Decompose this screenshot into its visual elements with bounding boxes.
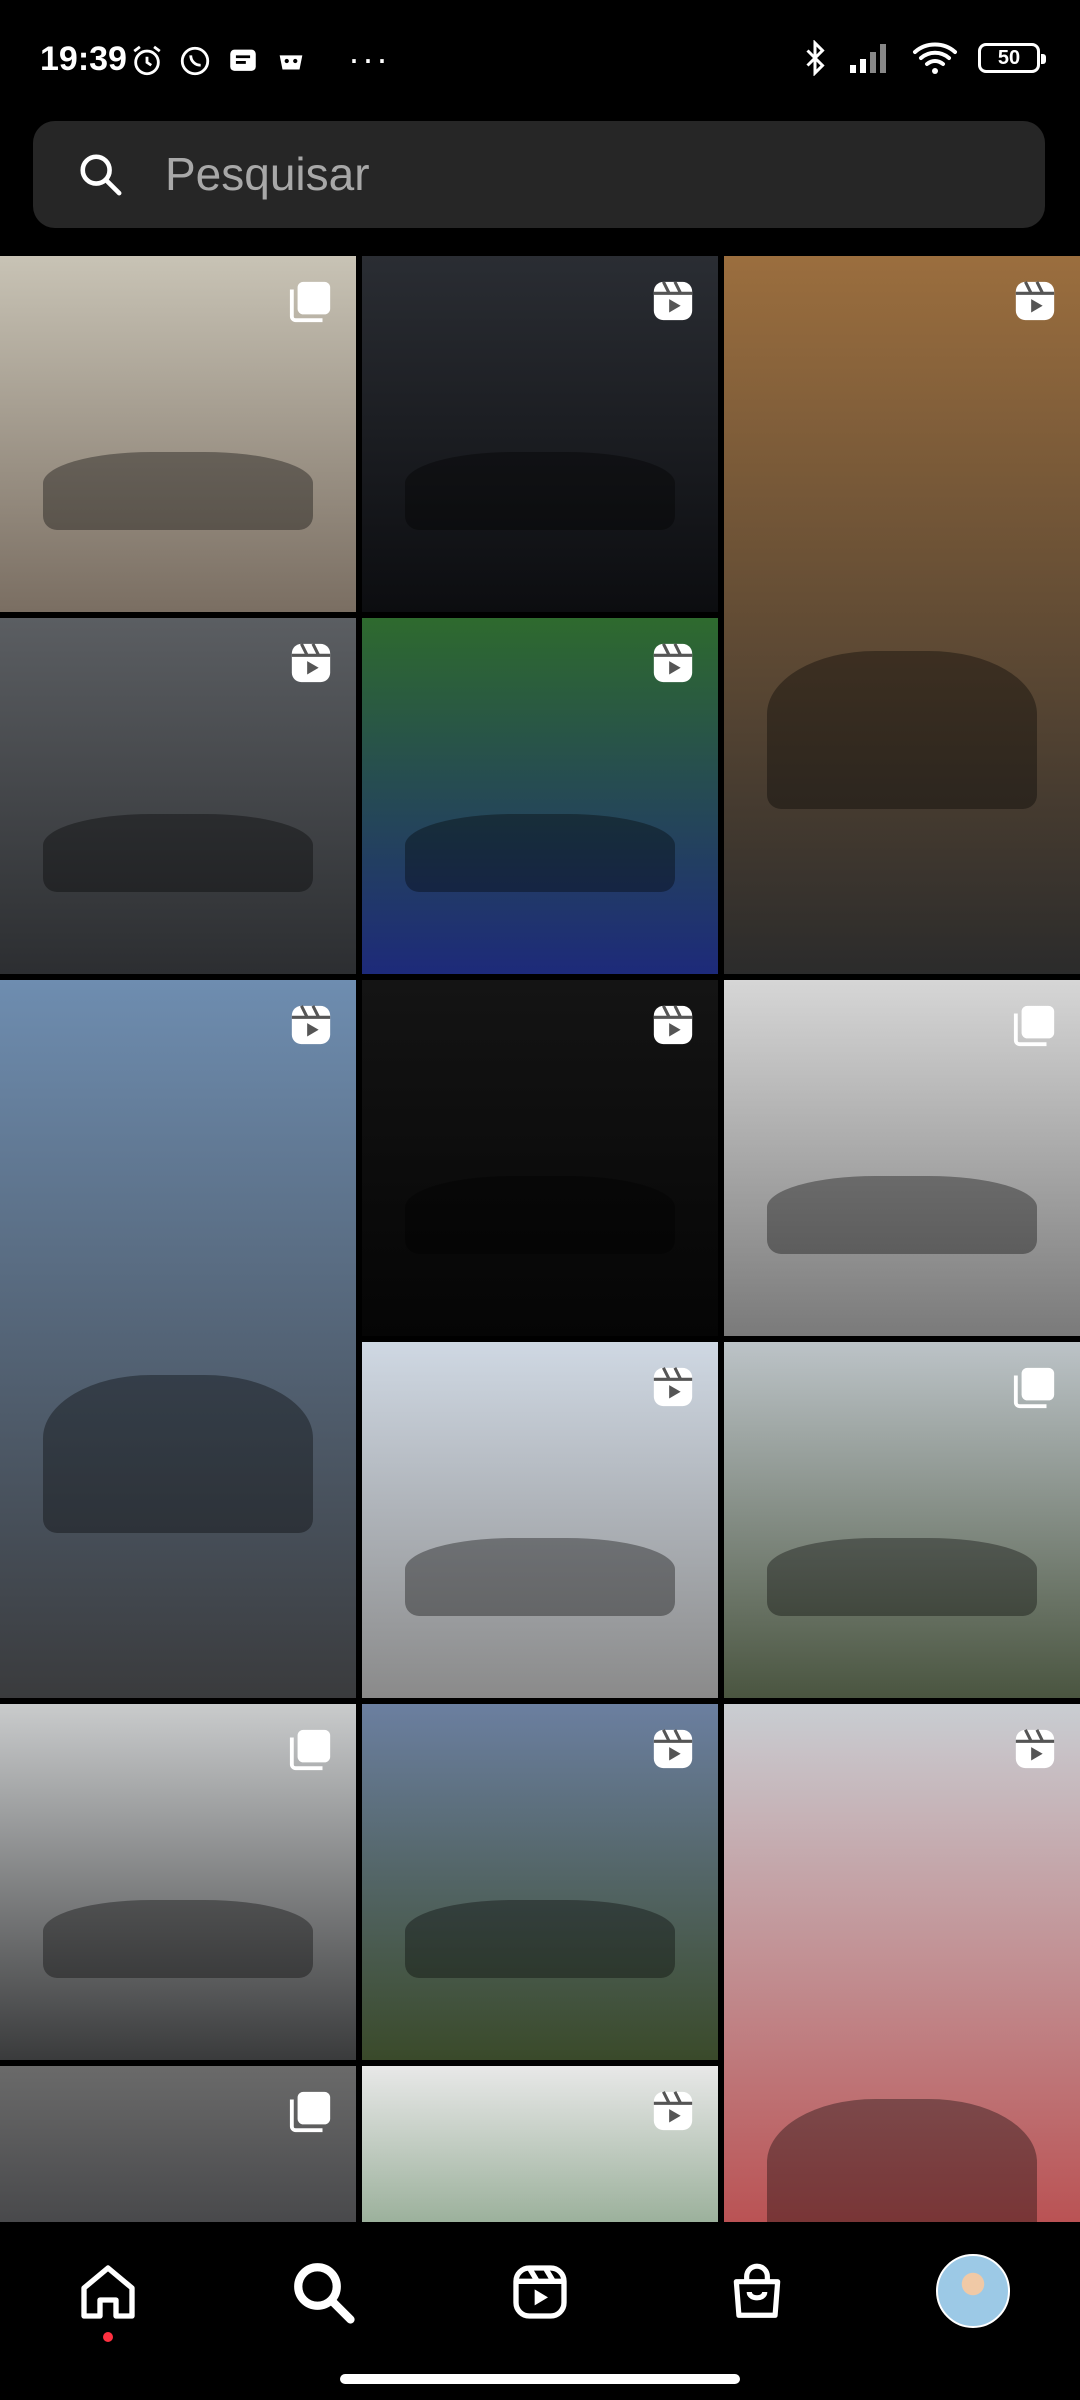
car-silhouette	[42, 813, 314, 893]
reel-icon	[650, 1002, 696, 1053]
reel-icon	[650, 278, 696, 329]
tile-car-interior-tan[interactable]	[724, 256, 1080, 974]
car-silhouette	[766, 650, 1038, 809]
search-icon	[80, 154, 122, 196]
nav-reels[interactable]	[500, 2252, 580, 2332]
search-icon	[294, 2263, 355, 2324]
nav-shop[interactable]	[717, 2252, 797, 2332]
battery-icon: 50	[978, 43, 1046, 73]
tile-bmw-m4-black[interactable]	[362, 256, 718, 612]
more-dots-icon: ···	[348, 38, 390, 79]
tile-lamborghini-sesto-elemento[interactable]	[0, 1704, 356, 2060]
nav-home[interactable]	[68, 2252, 148, 2332]
status-bar: 19:39 ··· 50	[0, 0, 1080, 120]
profile-avatar[interactable]	[936, 2254, 1010, 2328]
car-silhouette	[404, 1899, 676, 1979]
car-silhouette	[766, 2098, 1038, 2222]
tile-audi-r8-snow[interactable]	[724, 980, 1080, 1336]
wifi-icon	[913, 42, 957, 74]
car-silhouette	[42, 451, 314, 531]
car-silhouette	[42, 1899, 314, 1979]
reel-icon	[650, 1364, 696, 1415]
reel-icon	[1012, 1726, 1058, 1777]
explore-grid: PEUGEOT.CARS	[0, 256, 1080, 2222]
tile-audi-q8-green[interactable]	[724, 1342, 1080, 1698]
tile-warehouse-car[interactable]	[0, 2066, 356, 2222]
car-silhouette	[404, 1537, 676, 1617]
carousel-icon	[288, 278, 334, 329]
home-notification-dot	[103, 2332, 113, 2342]
car-silhouette	[404, 1175, 676, 1255]
car-silhouette	[42, 1374, 314, 1533]
carousel-icon	[1012, 1364, 1058, 1415]
tile-woman-street[interactable]	[0, 256, 356, 612]
car-silhouette	[766, 1537, 1038, 1617]
car-silhouette	[404, 813, 676, 893]
reels-icon	[513, 2265, 567, 2319]
carousel-icon	[288, 1726, 334, 1777]
reel-icon	[650, 2088, 696, 2139]
reel-icon	[650, 1726, 696, 1777]
tile-fiat-fastback[interactable]	[362, 1704, 718, 2060]
message-icon	[230, 49, 256, 71]
status-time: 19:39	[40, 40, 127, 78]
whatsapp-icon	[180, 46, 210, 76]
search-bar[interactable]: Pesquisar	[33, 121, 1045, 228]
carousel-icon	[288, 2088, 334, 2139]
car-silhouette	[404, 451, 676, 531]
nav-search[interactable]	[283, 2252, 363, 2332]
carousel-icon	[1012, 1002, 1058, 1053]
tile-audi-headlight-black[interactable]	[362, 980, 718, 1336]
gesture-home-indicator[interactable]	[340, 2374, 740, 2384]
game-icon	[279, 55, 303, 70]
reel-icon	[1012, 278, 1058, 329]
bottom-nav	[0, 2222, 1080, 2400]
alarm-icon	[133, 45, 161, 76]
shop-icon	[733, 2263, 781, 2318]
tile-honda-civic-white[interactable]	[362, 1342, 718, 1698]
tile-street-palms[interactable]	[362, 2066, 718, 2222]
search-input[interactable]: Pesquisar	[165, 147, 370, 201]
tile-lamborghini-grey[interactable]	[0, 618, 356, 974]
home-icon	[81, 2265, 135, 2319]
tile-mustang-gt-grey[interactable]	[0, 980, 356, 1698]
signal-icon	[850, 44, 886, 73]
reel-icon	[650, 640, 696, 691]
reel-icon	[288, 1002, 334, 1053]
tile-bmw-x5-blue[interactable]	[362, 618, 718, 974]
tile-peugeot-3008-red[interactable]: PEUGEOT.CARS	[724, 1704, 1080, 2222]
battery-level: 50	[997, 46, 1021, 69]
car-silhouette	[766, 1175, 1038, 1255]
reel-icon	[288, 640, 334, 691]
bluetooth-icon	[806, 40, 825, 76]
